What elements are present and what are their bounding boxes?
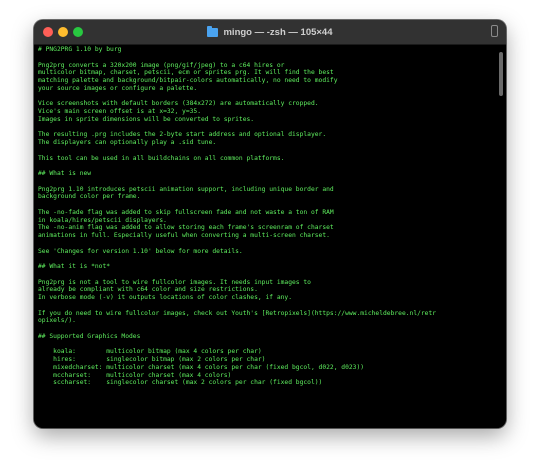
window-title: mingo — -zsh — 105×44 — [223, 26, 333, 38]
terminal-line: The -no-anim flag was added to allow sto… — [38, 224, 334, 232]
terminal-line: background color per frame. — [38, 193, 141, 201]
terminal-line: Vice's main screen offset is at x=32, y=… — [38, 108, 202, 115]
terminal-line: See 'Changes for version 1.10' below for… — [38, 247, 243, 255]
title-bar[interactable]: mingo — -zsh — 105×44 — [34, 20, 506, 45]
terminal-line: hires: singlecolor bitmap (max 2 colors … — [38, 356, 266, 363]
terminal-line: ## What is new — [38, 170, 92, 177]
terminal-line: # PNG2PRG 1.10 by burg — [38, 46, 122, 53]
terminal-window: mingo — -zsh — 105×44 # PNG2PRG 1.10 by … — [34, 20, 506, 428]
window-title-group: mingo — -zsh — 105×44 — [34, 20, 506, 44]
terminal-line: Png2prg 1.10 introduces petscii animatio… — [38, 185, 334, 193]
folder-icon — [207, 25, 219, 37]
terminal-line: multicolor bitmap, charset, petscii, ecm… — [38, 69, 334, 77]
terminal-line: In verbose mode (-v) it outputs location… — [38, 294, 293, 301]
terminal-line: Images in sprite dimensions will be conv… — [38, 115, 255, 123]
terminal-line: This tool can be used in all buildchains… — [38, 154, 285, 162]
terminal-line: Png2prg converts a 320x200 image (png/gi… — [38, 61, 285, 69]
terminal-line: mccharset: multicolor charset (max 4 col… — [38, 371, 232, 379]
terminal-line: The -no-fade flag was added to skip full… — [38, 208, 334, 216]
terminal-line: The displayers can optionally play a .si… — [38, 139, 217, 146]
terminal-line: If you do need to wire fullcolor images,… — [38, 309, 437, 317]
terminal-line: The resulting .prg includes the 2-byte s… — [38, 131, 327, 139]
terminal-line: ## What it is *not* — [38, 263, 111, 270]
terminal-line: already be compliant with c64 color and … — [38, 286, 258, 294]
terminal-line: matching palette and background/bitpair-… — [38, 77, 338, 84]
scrollbar-thumb[interactable] — [499, 52, 503, 96]
terminal-line: ## Supported Graphics Modes — [38, 332, 141, 340]
terminal-line: koala: multicolor bitmap (max 4 colors p… — [38, 348, 262, 356]
terminal-line: mixedcharset: multicolor charset (max 4 … — [38, 363, 365, 371]
terminal-line: Vice screenshots with default borders (3… — [38, 100, 319, 108]
terminal-line: opixels/). — [38, 317, 76, 325]
terminal-line: in koala/hires/petscii displayers. — [38, 216, 167, 224]
terminal-line: animations in full. Especially useful wh… — [38, 232, 330, 239]
scroll-marker-icon — [491, 25, 498, 37]
terminal-line: your source images or configure a palett… — [38, 84, 198, 92]
terminal-line: sccharset: singlecolor charset (max 2 co… — [38, 379, 323, 387]
terminal-output[interactable]: # PNG2PRG 1.10 by burg Png2prg converts … — [34, 45, 506, 428]
terminal-line: Png2prg is not a tool to wire fullcolor … — [38, 278, 311, 286]
